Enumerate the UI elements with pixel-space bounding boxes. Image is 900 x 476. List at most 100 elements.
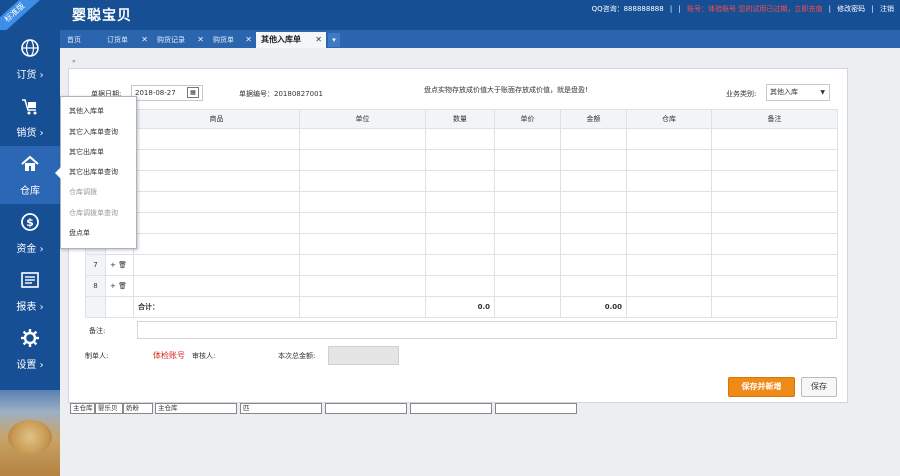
inbound-form-panel: 单据日期: 2018-08-27 ▦ 单据编号：20180827001 盘点实物… bbox=[68, 68, 848, 403]
close-icon[interactable]: ✕ bbox=[245, 32, 252, 48]
nav-reports[interactable]: 报表 › bbox=[0, 262, 60, 320]
biz-type-label: 业务类别: bbox=[726, 90, 757, 98]
stray-field[interactable] bbox=[410, 403, 492, 414]
menu-warehouse-transfer[interactable]: 仓库调拨 bbox=[69, 187, 97, 197]
col-header-remark: 备注 bbox=[711, 109, 838, 129]
menu-other-inbound[interactable]: 其他入库单 bbox=[69, 106, 104, 116]
table-row bbox=[85, 212, 838, 234]
tab-label: 购货记录 bbox=[157, 36, 185, 44]
table-row bbox=[85, 128, 838, 150]
tab-purchase-order[interactable]: 购货单 ✕ bbox=[208, 32, 256, 48]
table-row: 7 + 🗑 bbox=[85, 254, 838, 276]
sidebar: 订货 › 销货 › 仓库 $ 资金 › 报表 › 设置 › bbox=[0, 30, 60, 476]
tab-label: 购货单 bbox=[213, 36, 234, 44]
tab-home[interactable]: 首页 bbox=[62, 32, 102, 48]
remark-label: 备注: bbox=[89, 327, 106, 335]
separator: | bbox=[678, 5, 681, 13]
table-row bbox=[85, 191, 838, 213]
home-icon bbox=[21, 155, 39, 171]
maker-value: 体检账号 bbox=[153, 351, 185, 360]
tab-order[interactable]: 订货单 ✕ bbox=[102, 32, 152, 48]
save-and-new-button[interactable]: 保存并新增 bbox=[728, 377, 795, 397]
close-icon[interactable]: ✕ bbox=[315, 32, 322, 48]
tab-more-button[interactable]: ▾ bbox=[328, 33, 340, 47]
row-number: 7 bbox=[85, 254, 106, 276]
warehouse-submenu: 其他入库单 其它入库单查询 其它出库单 其它出库单查询 仓库调拨 仓库调拨单查询… bbox=[55, 96, 137, 249]
col-header-product: 商品 bbox=[133, 109, 300, 129]
chevron-right-icon: › bbox=[39, 128, 44, 139]
chevron-right-icon: › bbox=[39, 360, 44, 371]
doc-no-value: 20180827001 bbox=[274, 90, 323, 98]
stray-field[interactable]: 匹 bbox=[240, 403, 322, 414]
stray-field[interactable] bbox=[325, 403, 407, 414]
brand-logo: 婴聪宝贝 bbox=[72, 8, 132, 24]
stray-field[interactable]: 奶粉 bbox=[123, 403, 153, 414]
stray-field[interactable]: 主仓库 bbox=[70, 403, 95, 414]
col-header-amount: 金额 bbox=[560, 109, 627, 129]
total-qty: 0.0 bbox=[425, 296, 495, 318]
collapse-toggle[interactable]: » bbox=[72, 58, 76, 65]
nav-settings[interactable]: 设置 › bbox=[0, 320, 60, 378]
logout-link[interactable]: 注销 bbox=[880, 5, 894, 13]
nav-order-label: 订货 bbox=[16, 70, 37, 81]
total-label: 合计： bbox=[133, 296, 300, 318]
add-row-icon[interactable]: + bbox=[110, 282, 118, 290]
tab-other-inbound[interactable]: 其他入库单 ✕ bbox=[256, 32, 326, 48]
amount-label: 本次总金额: bbox=[278, 352, 316, 360]
menu-stocktake[interactable]: 盘点单 bbox=[69, 228, 90, 238]
total-amount-field bbox=[328, 346, 399, 365]
biz-type-select[interactable]: 其他入库 ▼ bbox=[766, 84, 830, 101]
menu-transfer-query[interactable]: 仓库调拨单查询 bbox=[69, 208, 118, 218]
add-row-icon[interactable]: + bbox=[110, 261, 118, 269]
header-info: QQ咨询：888888888 | | 账号：体验账号 您的试用已过期，立即充值 … bbox=[588, 4, 894, 14]
reviewer-label: 审核人: bbox=[192, 352, 216, 360]
menu-pointer bbox=[55, 167, 61, 179]
close-icon[interactable]: ✕ bbox=[197, 32, 204, 48]
top-header: 标准版 婴聪宝贝 QQ咨询：888888888 | | 账号：体验账号 您的试用… bbox=[0, 0, 900, 42]
nav-sales-label: 销货 bbox=[16, 128, 37, 139]
menu-other-outbound[interactable]: 其它出库单 bbox=[69, 147, 104, 157]
nav-warehouse-label: 仓库 bbox=[20, 186, 40, 197]
report-icon bbox=[21, 272, 39, 288]
close-icon[interactable]: ✕ bbox=[141, 32, 148, 48]
account-notice[interactable]: 账号：体验账号 您的试用已过期，立即充值 bbox=[687, 5, 822, 13]
gear-icon bbox=[21, 329, 39, 347]
separator: | bbox=[871, 5, 874, 13]
stocktake-hint: 盘点实物存放成价值大于账面存放成价值，就是盘盈! bbox=[424, 86, 588, 94]
menu-other-inbound-query[interactable]: 其它入库单查询 bbox=[69, 127, 118, 137]
nav-warehouse[interactable]: 仓库 bbox=[0, 146, 60, 204]
table-header-row: 商品 单位 数量 单价 金额 仓库 备注 bbox=[85, 109, 838, 129]
chevron-right-icon: › bbox=[39, 70, 44, 81]
delete-row-icon[interactable]: 🗑 bbox=[118, 261, 127, 269]
coin-icon: $ bbox=[21, 213, 39, 231]
doc-no-label: 单据编号： bbox=[239, 90, 274, 98]
nav-funds[interactable]: $ 资金 › bbox=[0, 204, 60, 262]
nav-funds-label: 资金 bbox=[16, 244, 37, 255]
menu-other-outbound-query[interactable]: 其它出库单查询 bbox=[69, 167, 118, 177]
row-number: 8 bbox=[85, 275, 106, 297]
nav-sales[interactable]: 销货 › bbox=[0, 88, 60, 146]
tab-purchase-records[interactable]: 购货记录 ✕ bbox=[152, 32, 208, 48]
tab-bar: 首页 订货单 ✕ 购货记录 ✕ 购货单 ✕ 其他入库单 ✕ ▾ bbox=[60, 30, 900, 48]
svg-text:$: $ bbox=[26, 216, 34, 229]
globe-icon bbox=[21, 39, 39, 57]
chevron-down-icon: ▼ bbox=[820, 89, 825, 96]
table-row bbox=[85, 233, 838, 255]
tab-label: 订货单 bbox=[107, 36, 128, 44]
nav-settings-label: 设置 bbox=[16, 360, 37, 371]
change-password-link[interactable]: 修改密码 bbox=[837, 5, 865, 13]
calendar-icon[interactable]: ▦ bbox=[187, 87, 199, 98]
separator: | bbox=[828, 5, 831, 13]
delete-row-icon[interactable]: 🗑 bbox=[118, 282, 127, 290]
stray-field[interactable]: 主仓库 bbox=[155, 403, 237, 414]
total-amount: 0.00 bbox=[560, 296, 627, 318]
save-button[interactable]: 保存 bbox=[801, 377, 837, 397]
nav-order[interactable]: 订货 › bbox=[0, 30, 60, 88]
separator: | bbox=[669, 5, 673, 13]
stray-field[interactable]: 婴乐贝 bbox=[95, 403, 123, 414]
col-header-unit: 单位 bbox=[299, 109, 426, 129]
nav-reports-label: 报表 bbox=[16, 302, 37, 313]
table-total-row: 合计： 0.0 0.00 bbox=[85, 296, 838, 318]
stray-field[interactable] bbox=[495, 403, 577, 414]
remark-input[interactable] bbox=[137, 321, 837, 339]
